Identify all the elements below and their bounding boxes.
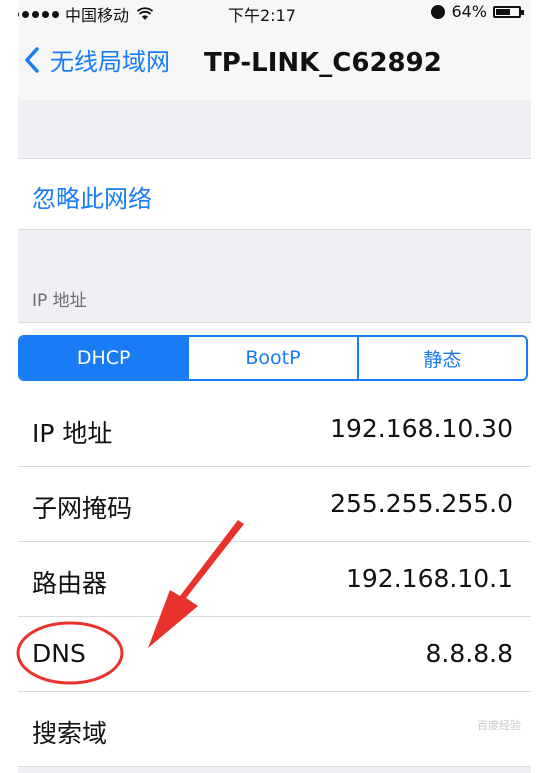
dns-value[interactable]: 8.8.8.8: [426, 639, 513, 668]
watermark: 百度经验: [477, 719, 521, 732]
dns-row[interactable]: DNS 8.8.8.8: [18, 617, 531, 692]
segment-static[interactable]: 静态: [359, 337, 526, 379]
navigation-bar: 无线局域网 TP-LINK_C62892: [18, 26, 531, 101]
battery-icon: [493, 5, 524, 18]
forget-network-button[interactable]: 忽略此网络: [32, 179, 152, 214]
row-value: 192.168.10.30: [330, 414, 513, 443]
screenshot-page: 中国移动 下午2:17 64% 无线局域网 TP-LINK_C62892 忽略此…: [0, 0, 543, 773]
segment-bootp[interactable]: BootP: [189, 337, 359, 379]
row-value: 192.168.10.1: [346, 564, 513, 593]
section-spacer: [18, 100, 531, 158]
row-label: 子网掩码: [32, 494, 133, 523]
subnet-mask-row: 子网掩码 255.255.255.0: [18, 467, 531, 542]
wifi-icon: [137, 7, 154, 20]
row-label: DNS: [32, 639, 86, 668]
segment-dhcp[interactable]: DHCP: [20, 337, 190, 379]
status-bar: 中国移动 下午2:17 64%: [18, 0, 531, 26]
forget-network-row[interactable]: 忽略此网络: [18, 158, 531, 230]
back-label: 无线局域网: [50, 48, 170, 76]
status-right: 64%: [431, 2, 524, 21]
row-label: 搜索域: [32, 719, 108, 748]
ip-address-row: IP 地址 192.168.10.30: [18, 392, 531, 467]
alarm-icon: [431, 4, 446, 19]
back-button[interactable]: 无线局域网: [24, 42, 170, 77]
ip-mode-segmented-control: DHCP BootP 静态: [18, 335, 528, 381]
page-title: TP-LINK_C62892: [204, 48, 442, 78]
carrier-name: 中国移动: [65, 6, 130, 25]
ip-settings-list: IP 地址 192.168.10.30 子网掩码 255.255.255.0 路…: [18, 392, 531, 767]
row-label: IP 地址: [32, 419, 113, 448]
phone-screen: 中国移动 下午2:17 64% 无线局域网 TP-LINK_C62892 忽略此…: [18, 0, 531, 773]
search-domain-row[interactable]: 搜索域: [18, 692, 531, 767]
status-left: 中国移动: [18, 2, 154, 26]
signal-dots-icon: [18, 10, 59, 18]
row-value: 255.255.255.0: [330, 489, 513, 518]
section-header-ip: IP 地址: [32, 291, 87, 311]
row-label: 路由器: [32, 569, 108, 598]
status-time: 下午2:17: [228, 6, 296, 25]
chevron-left-icon: [25, 46, 39, 73]
router-row: 路由器 192.168.10.1: [18, 542, 531, 617]
battery-percent: 64%: [451, 2, 487, 21]
ip-mode-section: DHCP BootP 静态: [18, 322, 531, 393]
